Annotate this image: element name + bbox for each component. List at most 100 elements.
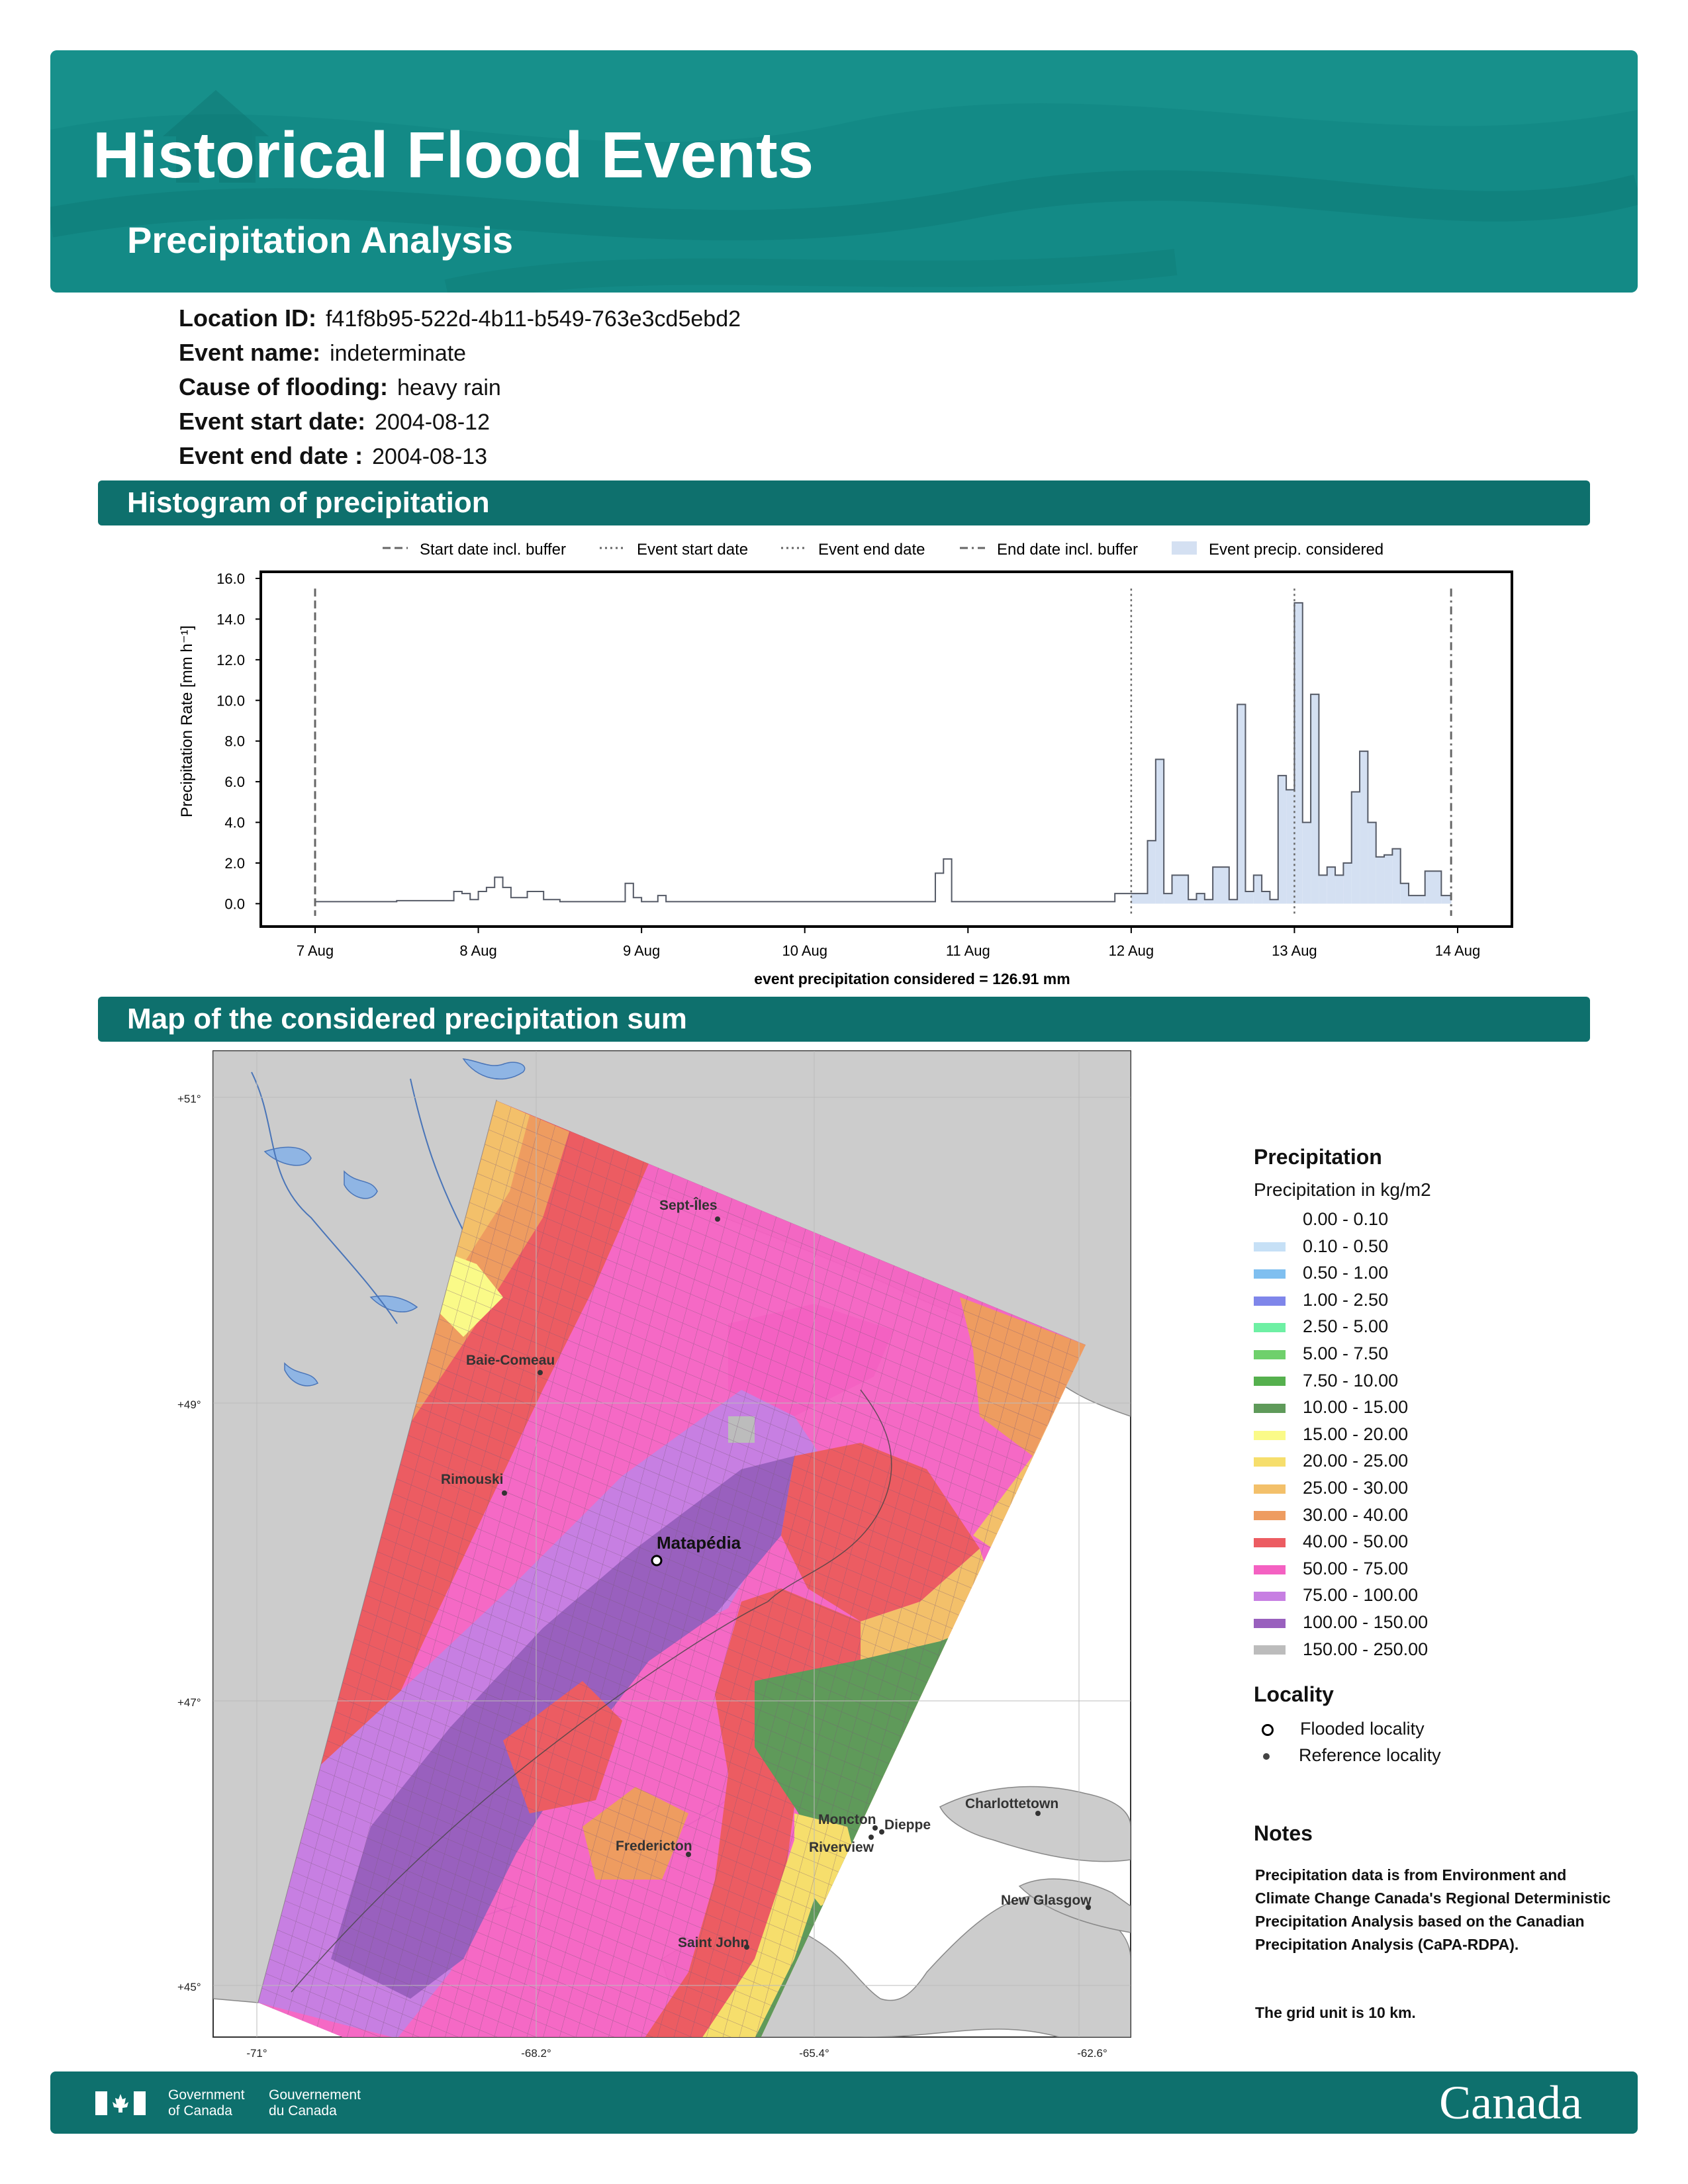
legend-label: 0.00 - 0.10 [1303, 1209, 1389, 1229]
legend-swatch [1254, 1538, 1286, 1548]
open-circle-icon [1262, 1723, 1274, 1736]
precip-bar [1351, 792, 1360, 904]
info-value: 2004-08-12 [375, 410, 490, 435]
legend-label: 0.10 - 0.50 [1303, 1236, 1389, 1256]
svg-text:Sept-Îles: Sept-Îles [659, 1197, 718, 1213]
legend-swatch [1254, 1565, 1286, 1574]
svg-text:Charlottetown: Charlottetown [965, 1796, 1058, 1811]
legend-subtitle: Precipitation in kg/m2 [1254, 1179, 1431, 1200]
info-event-name: Event name: indeterminate [179, 339, 466, 367]
section-map-header: Map of the considered precipitation sum [98, 997, 1590, 1042]
plot-area [259, 570, 1513, 928]
legend-label: 2.50 - 5.00 [1303, 1316, 1389, 1337]
precip-bar [1400, 883, 1409, 904]
precip-bar [1196, 893, 1205, 904]
y-tick-label: 8.0 [224, 733, 245, 750]
lon-label: -65.4° [799, 2047, 829, 2060]
legend-swatch [1254, 1296, 1286, 1306]
precip-bar [1441, 895, 1452, 904]
legend-item: 0.50 - 1.00 [1254, 1259, 1388, 1286]
legend-item: 40.00 - 50.00 [1254, 1528, 1408, 1555]
legend-swatch [1254, 1404, 1286, 1414]
legend-reference-locality: Reference locality [1254, 1742, 1441, 1768]
page-title: Historical Flood Events [93, 118, 814, 191]
legend-reference-label: Reference locality [1299, 1745, 1441, 1765]
precip-bar [1343, 863, 1352, 904]
locality-saint-john: Saint John [678, 1935, 749, 1950]
info-value: f41f8b95-522d-4b11-b549-763e3cd5ebd2 [325, 306, 741, 332]
precip-bar [1294, 602, 1303, 904]
precip-bar [1327, 867, 1336, 904]
legend-swatch [1254, 1377, 1286, 1387]
precip-bar [1302, 822, 1311, 904]
legend-item: 1.00 - 2.50 [1254, 1287, 1388, 1313]
lat-label: +45° [177, 1981, 201, 1993]
svg-text:Matapédia: Matapédia [657, 1533, 741, 1553]
y-tick-label: 10.0 [216, 692, 245, 709]
info-cause: Cause of flooding: heavy rain [179, 373, 501, 401]
legend-swatch [1254, 1592, 1286, 1602]
locality-new-glasgow: New Glasgow [1001, 1893, 1092, 1910]
legend-label: 5.00 - 7.50 [1303, 1343, 1389, 1363]
info-value: indeterminate [330, 341, 467, 366]
y-tick-label: 14.0 [216, 611, 245, 627]
legend-item: 5.00 - 7.50 [1254, 1340, 1388, 1367]
canada-flag-icon [95, 2091, 146, 2115]
svg-text:Baie-Comeau: Baie-Comeau [466, 1353, 555, 1368]
y-tick-label: 16.0 [216, 570, 245, 587]
legend-flooded-label: Flooded locality [1300, 1719, 1425, 1739]
gov-fr: Gouvernement du Canada [269, 2087, 361, 2119]
info-label: Cause of flooding: [179, 373, 388, 400]
lat-label: +47° [177, 1696, 201, 1709]
y-tick-label: 2.0 [224, 855, 245, 872]
gov-en-line1: Government [168, 2087, 245, 2103]
gov-en: Government of Canada [168, 2087, 245, 2119]
precip-bar [1253, 875, 1262, 904]
legend-item: 75.00 - 100.00 [1254, 1582, 1418, 1608]
footer-banner: Government of Canada Gouvernement du Canad… [50, 2071, 1638, 2134]
legend-swatch [1254, 1242, 1286, 1252]
svg-text:Riverview: Riverview [809, 1840, 874, 1855]
legend-start-buffer: Start date incl. buffer [420, 541, 566, 559]
svg-text:New Glasgow: New Glasgow [1001, 1893, 1092, 1908]
chart-legend: Start date incl. buffer Event start date… [383, 541, 1383, 559]
legend-swatch [1254, 1511, 1286, 1521]
svg-text:Saint John: Saint John [678, 1935, 749, 1950]
legend-event-start: Event start date [637, 541, 748, 559]
legend-swatch [1254, 1430, 1286, 1440]
legend-item: 15.00 - 20.00 [1254, 1421, 1408, 1447]
legend-swatch [1254, 1215, 1286, 1225]
precip-bar [1286, 790, 1295, 904]
precip-bar [1409, 895, 1425, 904]
info-location-id: Location ID: f41f8b95-522d-4b11-b549-763e… [179, 304, 741, 332]
legend-swatch [1254, 1457, 1286, 1467]
legend-label: 10.00 - 15.00 [1303, 1397, 1409, 1418]
legend-item: 20.00 - 25.00 [1254, 1447, 1408, 1474]
locality-dieppe: Dieppe [879, 1817, 931, 1835]
legend-item: 100.00 - 150.00 [1254, 1609, 1428, 1635]
precip-bar [1311, 694, 1319, 904]
legend-swatch [1254, 1269, 1286, 1279]
x-axis-caption: event precipitation considered = 126.91 … [754, 970, 1070, 987]
legend-item: 0.10 - 0.50 [1254, 1233, 1388, 1259]
svg-text:Rimouski: Rimouski [441, 1472, 504, 1487]
precip-bar [1262, 891, 1270, 904]
precip-bar [1425, 871, 1442, 904]
svg-text:Dieppe: Dieppe [884, 1817, 931, 1833]
canada-wordmark: Canada [1439, 2076, 1582, 2129]
lon-label: -71° [246, 2047, 267, 2060]
legend-label: 7.50 - 10.00 [1303, 1370, 1399, 1390]
legend-label: 75.00 - 100.00 [1303, 1585, 1419, 1606]
legend-label: 1.00 - 2.50 [1303, 1289, 1389, 1310]
legend-label: 0.50 - 1.00 [1303, 1263, 1389, 1283]
legend-label: 150.00 - 250.00 [1303, 1639, 1429, 1659]
precip-bar [1335, 875, 1344, 904]
legend-swatch [1254, 1323, 1286, 1333]
legend-label: 100.00 - 150.00 [1303, 1612, 1429, 1632]
legend-item: 0.00 - 0.10 [1254, 1206, 1388, 1232]
legend-item: 25.00 - 30.00 [1254, 1475, 1408, 1501]
precip-bar [1376, 856, 1385, 904]
precip-bar [1360, 751, 1368, 904]
legend-item: 50.00 - 75.00 [1254, 1555, 1408, 1582]
x-tick-label: 13 Aug [1272, 942, 1317, 959]
